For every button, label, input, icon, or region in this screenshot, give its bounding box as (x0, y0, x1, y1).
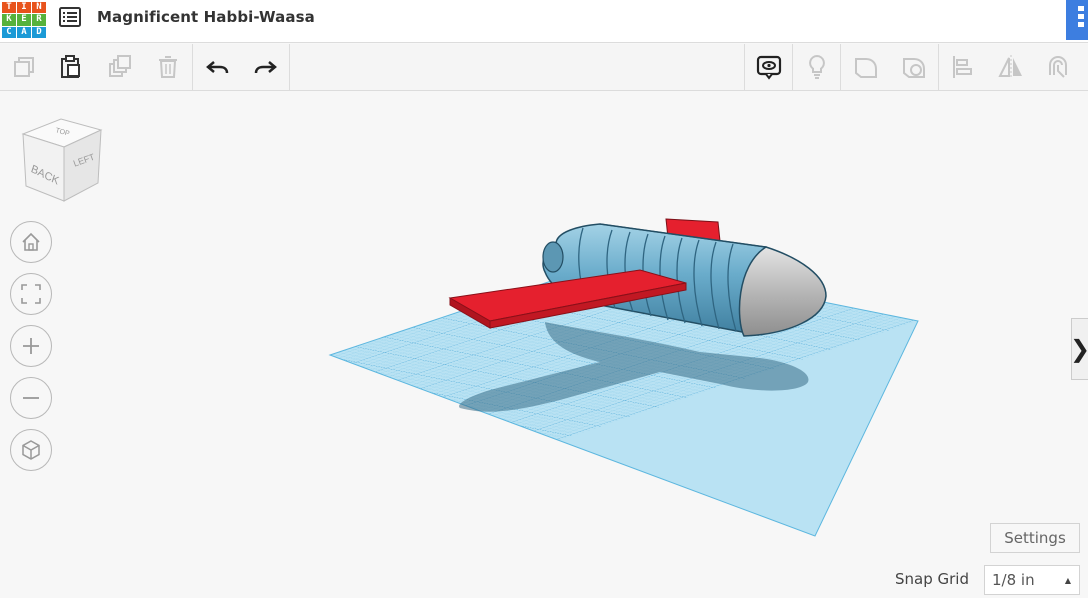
trash-icon (159, 56, 177, 78)
copy-button[interactable] (0, 44, 48, 90)
logo-letter: T (2, 2, 16, 14)
logo-letter: I (17, 2, 31, 14)
duplicate-button[interactable] (96, 44, 144, 90)
mirror-button[interactable] (987, 44, 1035, 90)
light-bulb-button[interactable] (793, 44, 841, 90)
mirror-icon (998, 55, 1022, 79)
design-menu-button[interactable] (58, 6, 84, 28)
redo-button[interactable] (241, 44, 289, 90)
ortho-view-icon (22, 440, 40, 460)
logo-letter: D (32, 26, 46, 38)
zoom-in-icon (23, 338, 39, 354)
snap-grid-label: Snap Grid (895, 570, 969, 588)
light-bulb-icon (809, 54, 825, 79)
notes-icon (756, 55, 782, 80)
view-cube[interactable]: TOP BACK LEFT (21, 118, 103, 202)
copy-icon (14, 57, 34, 77)
logo-letter: E (17, 14, 31, 26)
logo-letter: N (32, 2, 46, 14)
logo-letter: A (17, 26, 31, 38)
ortho-view-button[interactable] (10, 429, 52, 471)
fit-view-button[interactable] (10, 273, 52, 315)
zoom-in-button[interactable] (10, 325, 52, 367)
workplane-icon (1049, 56, 1067, 78)
right-panel-toggle[interactable]: ❯ (1070, 318, 1088, 380)
redo-icon (254, 61, 277, 74)
user-panel-button[interactable] (1066, 0, 1088, 40)
hole-button[interactable] (890, 44, 938, 90)
top-bar: T I N K E R C A D Magnificent Habbi-Waas… (0, 0, 1088, 43)
edit-toolbar (0, 44, 1088, 91)
tinkercad-logo[interactable]: T I N K E R C A D (2, 2, 46, 38)
notes-tool-button[interactable] (745, 44, 793, 90)
workplane-button[interactable] (1034, 44, 1082, 90)
delete-button[interactable] (144, 44, 192, 90)
zoom-out-button[interactable] (10, 377, 52, 419)
solid-button[interactable] (842, 44, 890, 90)
align-icon (953, 56, 972, 78)
logo-letter: R (32, 14, 46, 26)
home-view-button[interactable] (10, 221, 52, 263)
undo-icon (206, 61, 229, 74)
paste-button[interactable] (47, 44, 95, 90)
logo-letter: C (2, 26, 16, 38)
3d-scene[interactable]: TOP BACK LEFT (0, 91, 1088, 598)
settings-button[interactable]: Settings (990, 523, 1080, 553)
paste-icon (61, 55, 80, 78)
align-button[interactable] (939, 44, 987, 90)
project-title[interactable]: Magnificent Habbi-Waasa (97, 8, 315, 26)
dropdown-arrow-icon: ▲ (1064, 576, 1071, 585)
home-view-icon (22, 232, 40, 251)
undo-button[interactable] (194, 44, 242, 90)
workspace-viewport[interactable]: TOP BACK LEFT (0, 91, 1088, 598)
solid-shape-icon (855, 58, 877, 78)
hole-shape-icon (903, 58, 925, 78)
duplicate-icon (109, 55, 131, 77)
list-icon (59, 7, 81, 27)
zoom-out-icon (23, 397, 39, 399)
fit-view-icon (21, 284, 41, 304)
snap-grid-value: 1/8 in (992, 571, 1035, 589)
snap-grid-select[interactable]: 1/8 in ▲ (984, 565, 1080, 595)
logo-letter: K (2, 14, 16, 26)
